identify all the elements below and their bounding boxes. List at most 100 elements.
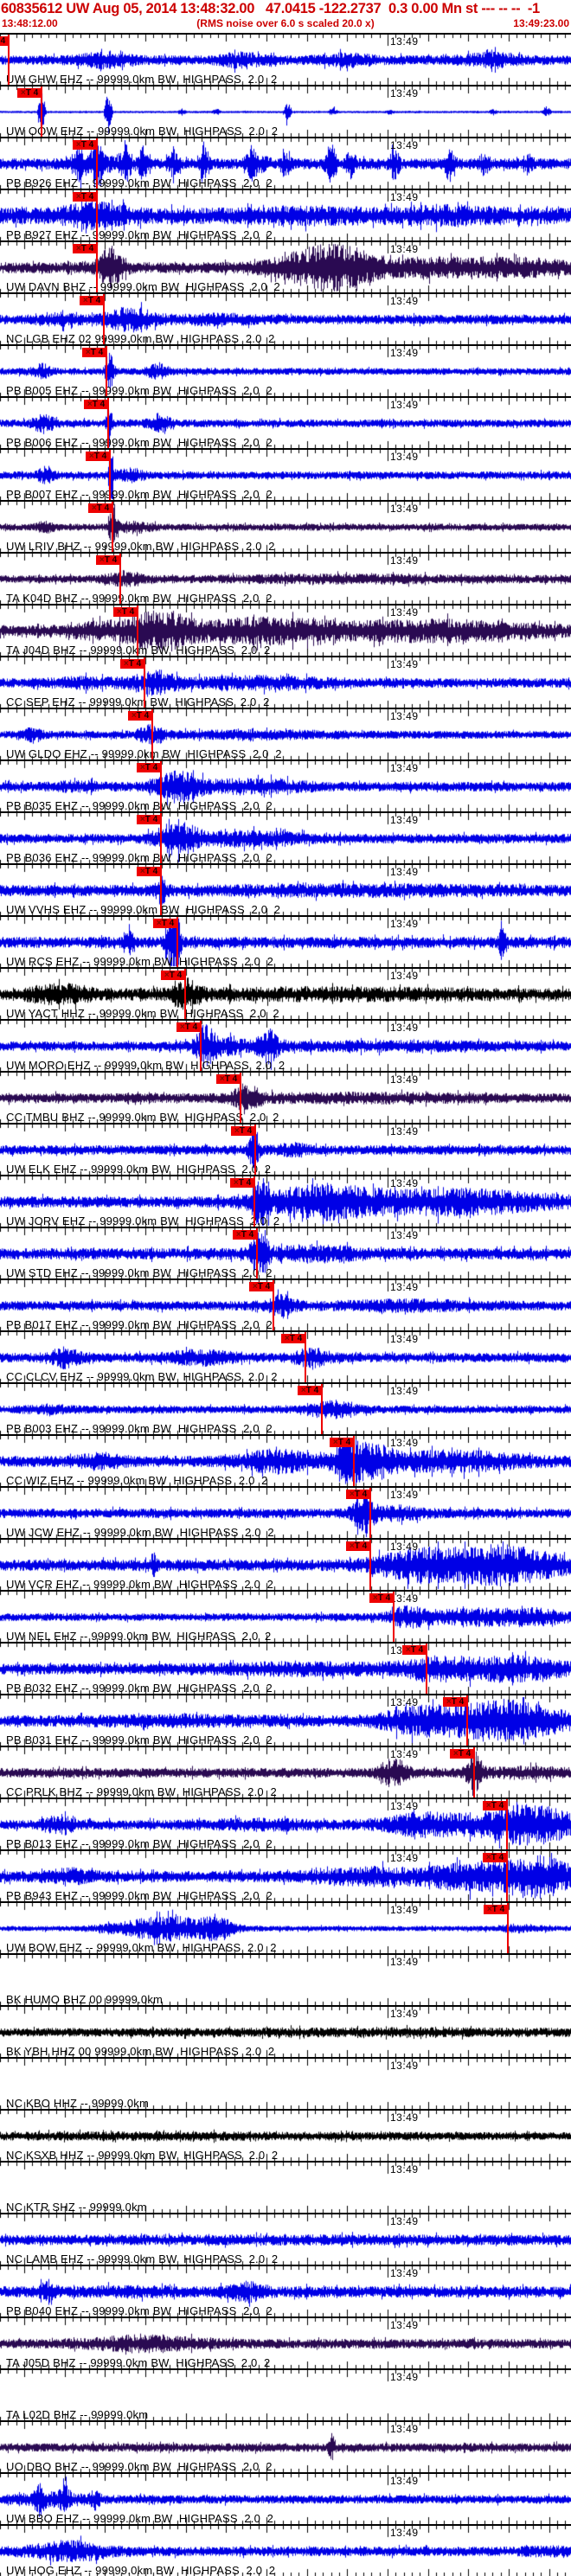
trace-row[interactable]: 13:49 ×T 4 CC PRLK BHZ -- 99999.0km BW HIG…	[0, 1746, 571, 1797]
trace-row[interactable]: 13:49 ×T 4 CC SEP EHZ -- 99999.0km BW HIGH…	[0, 656, 571, 708]
trace-row[interactable]: 13:49 NC KSXB HHZ -- 99999.0km BW HIGHPAS…	[0, 2109, 571, 2161]
pick-flag[interactable]: ×T 4	[483, 1801, 507, 1810]
waveform-viewer: 60835612 UW Aug 05, 2014 13:48:32.00 47.…	[0, 0, 571, 2576]
trace-row[interactable]: 13:49 ×T 4 UW GLDO EHZ -- 99999.0km BW HIG…	[0, 708, 571, 759]
pick-flag[interactable]: ×T 4	[113, 607, 138, 617]
pick-flag[interactable]: ×T 4	[443, 1697, 467, 1707]
pick-flag[interactable]: ×T 4	[137, 867, 161, 876]
pick-flag[interactable]: ×T 4	[80, 296, 104, 305]
pick-flag[interactable]: ×T 4	[137, 763, 161, 772]
trace-row[interactable]: 13:49 ×T 4 TA J04D BHZ -- 99999.0km BW HIG…	[0, 604, 571, 656]
trace-row[interactable]: 13:49 ×T 4 UW JORV EHZ -- 99999.0km BW HIG…	[0, 1175, 571, 1227]
trace-row[interactable]: 13:49 ×T 4 UW YACT HHZ -- 99999.0km BW HIG…	[0, 967, 571, 1019]
pick-flag[interactable]: ×T 4	[483, 1853, 507, 1862]
pick-flag[interactable]: ×T 4	[88, 503, 112, 513]
pick-flag[interactable]: ×T 4	[0, 36, 9, 46]
trace-label: CC SEP EHZ -- 99999.0km BW HIGHPASS 2.0 …	[6, 695, 270, 708]
trace-row[interactable]: 13:49 ×T 4 PB B006 EHZ -- 99999.0km BW HIG…	[0, 396, 571, 448]
pick-flag[interactable]: ×T 4	[73, 192, 97, 202]
trace-row[interactable]: 13:49 ×T 4 PB B927 EHZ -- 99999.0km BW HIG…	[0, 189, 571, 240]
trace-row[interactable]: 13:49 UW HOG EHZ -- 99999.0km BW HIGHPASS…	[0, 2524, 571, 2576]
trace-row[interactable]: 13:49 ×T 4 UW BOW EHZ -- 99999.0km BW HIGH…	[0, 1901, 571, 1953]
trace-row[interactable]: 13:49 ×T 4 PB B036 EHZ -- 99999.0km BW HIG…	[0, 811, 571, 863]
pick-flag[interactable]: ×T 4	[369, 1593, 394, 1603]
trace-row[interactable]: 13:49×T 4PB B032 EHZ -- 99999.0km BW HIG…	[0, 1642, 571, 1694]
trace-row[interactable]: 13:49 ×T 4 PB B926 EHZ -- 99999.0km BW HIG…	[0, 137, 571, 189]
pick-flag[interactable]: ×T 4	[346, 1490, 370, 1499]
trace-row[interactable]: 13:49 ×T 4 PB B013 EHZ -- 99999.0km BW HIG…	[0, 1797, 571, 1849]
minute-label: 13:49	[390, 139, 419, 151]
trace-row[interactable]: 13:49 ×T 4 UW RCS EHZ -- 99999.0km BW HIGH…	[0, 915, 571, 967]
pick-flag[interactable]: ×T 4	[73, 140, 97, 150]
trace-row[interactable]: 13:49 ×T 4 UW GHW EHZ -- 99999.0km BW HIGH…	[0, 33, 571, 85]
pick-flag[interactable]: ×T 4	[128, 711, 152, 721]
pick-flag[interactable]: ×T 4	[484, 1905, 508, 1914]
trace-row[interactable]: 13:49 ×T 4 UW MORO EHZ -- 99999.0km BW HIG…	[0, 1019, 571, 1071]
pick-flag[interactable]: ×T 4	[233, 1230, 257, 1240]
minute-label: 13:49	[390, 1073, 419, 1086]
trace-row[interactable]: 13:49 ×T 4 TA K04D BHZ -- 99999.0km BW HIG…	[0, 552, 571, 604]
trace-row[interactable]: 13:49 ×T 4 PB B003 EHZ -- 99999.0km BW HIG…	[0, 1382, 571, 1434]
pick-flag[interactable]: ×T 4	[330, 1438, 354, 1447]
pick-flag[interactable]: ×T 4	[153, 919, 177, 928]
trace-row[interactable]: 13:49 ×T 4 UW LRIV BHZ -- 99999.0km BW HIG…	[0, 500, 571, 552]
trace-row[interactable]: 13:49 ×T 4 PB B035 EHZ -- 99999.0km BW HIG…	[0, 759, 571, 811]
pick-flag-text: T 4	[80, 192, 94, 202]
pick-flag[interactable]: ×T 4	[86, 452, 110, 461]
pick-flag[interactable]: ×T 4	[176, 1022, 201, 1032]
trace-label: UW VCR EHZ -- 99999.0km BW HIGHPASS 2.0 …	[6, 1578, 274, 1590]
pick-flag[interactable]: ×T 4	[84, 400, 108, 409]
trace-row[interactable]: 13:49 ×T 4 CC TMBU BHZ -- 99999.0km BW HIG…	[0, 1071, 571, 1123]
trace-row[interactable]: 13:49 BK YBH HHZ 00 99999.0km BW HIGHPASS…	[0, 2005, 571, 2057]
trace-row[interactable]: 13:49 ×T 4 UW VCR EHZ -- 99999.0km BW HIGH…	[0, 1538, 571, 1590]
trace-row[interactable]: 13:49 ×T 4 PB B031 EHZ -- 99999.0km BW HIG…	[0, 1694, 571, 1746]
pick-flag[interactable]: ×T 4	[346, 1541, 370, 1551]
trace-row[interactable]: 13:49 TA J05D BHZ -- 99999.0km BW HIGHPAS…	[0, 2316, 571, 2368]
pick-flag[interactable]: ×T 4	[231, 1126, 255, 1136]
trace-row[interactable]: 13:49 BK HUMO BHZ 00 99999.0km	[0, 1953, 571, 2005]
pick-flag[interactable]: ×T 4	[249, 1282, 273, 1291]
pick-flag[interactable]: ×T 4	[216, 1074, 241, 1084]
trace-row[interactable]: 13:49 ×T 4 UW DAVN BHZ -- 99999.0km BW HIG…	[0, 240, 571, 292]
pick-flag[interactable]: ×T 4	[137, 815, 161, 824]
trace-row[interactable]: 13:49 ×T 4 UW NEL EHZ -- 99999.0km BW HIGH…	[0, 1590, 571, 1642]
pick-flag[interactable]: ×T 4	[161, 971, 185, 980]
pick-flag[interactable]: ×T 4	[73, 244, 97, 253]
minute-label: 13:49	[390, 1022, 419, 1034]
trace-row[interactable]: 13:49 NC KTR SHZ -- 99999.0km	[0, 2161, 571, 2213]
pick-flag[interactable]: ×T 4	[402, 1645, 427, 1655]
trace-row[interactable]: 13:49 ×T 4 UW ELK EHZ -- 99999.0km BW HIGH…	[0, 1123, 571, 1175]
pick-flag[interactable]: ×T 4	[298, 1386, 322, 1395]
pick-flag-text: T 4	[289, 1334, 303, 1343]
trace-row[interactable]: 13:49 ×T 4 PB B005 EHZ -- 99999.0km BW HIG…	[0, 344, 571, 396]
pick-flag[interactable]: ×T 4	[17, 88, 42, 98]
trace-label: NC KSXB HHZ -- 99999.0km BW HIGHPASS 2.0…	[6, 2149, 279, 2161]
trace-row[interactable]: 13:49 ×T 4 UW OOW EHZ -- 99999.0km BW HIGH…	[0, 85, 571, 137]
trace-row[interactable]: 13:49 ×T 4 NC LGB EHZ 02 99999.0km BW HIGH…	[0, 292, 571, 344]
pick-flag[interactable]: ×T 4	[82, 348, 106, 357]
pick-flag[interactable]: ×T 4	[450, 1749, 474, 1759]
trace-row[interactable]: 13:49 ×T 4 CC CLCV EHZ -- 99999.0km BW HIG…	[0, 1330, 571, 1382]
pick-flag[interactable]: ×T 4	[281, 1334, 305, 1343]
pick-flag[interactable]: ×T 4	[230, 1178, 254, 1188]
trace-row[interactable]: 13:49 ×T 4 CC WIZ EHZ -- 99999.0km BW HIGH…	[0, 1434, 571, 1486]
trace-row[interactable]: 13:49 ×T 4 PB B007 EHZ -- 99999.0km BW HIG…	[0, 448, 571, 500]
trace-row[interactable]: 13:49 ×T 4 UW JCW EHZ -- 99999.0km BW HIGH…	[0, 1486, 571, 1538]
trace-row[interactable]: 13:49 UO DBO BHZ -- 99999.0km BW HIGHPASS…	[0, 2420, 571, 2472]
trace-row[interactable]: 13:49 PB B040 EHZ -- 99999.0km BW HIGHPAS…	[0, 2265, 571, 2316]
trace-row[interactable]: 13:49 ×T 4 PB B943 EHZ -- 99999.0km BW HIG…	[0, 1849, 571, 1901]
minute-label: 13:49	[390, 710, 419, 722]
pick-flag[interactable]: ×T 4	[120, 659, 144, 669]
pick-flag-text: T 4	[136, 711, 150, 721]
pick-flag-text: T 4	[305, 1386, 319, 1395]
trace-row[interactable]: 13:49 ×T 4 UW STD EHZ -- 99999.0km BW HIGH…	[0, 1227, 571, 1278]
minute-label: 13:49	[390, 451, 419, 463]
event-summary-line: 60835612 UW Aug 05, 2014 13:48:32.00 47.…	[1, 1, 540, 16]
trace-row[interactable]: 13:49 ×T 4 UW VVHS EHZ -- 99999.0km BW HIG…	[0, 863, 571, 915]
trace-row[interactable]: 13:49 NC LAMB EHZ -- 99999.0km BW HIGHPAS…	[0, 2213, 571, 2265]
trace-row[interactable]: 13:49 ×T 4 PB B017 EHZ -- 99999.0km BW HIG…	[0, 1278, 571, 1330]
pick-flag[interactable]: ×T 4	[96, 555, 120, 565]
trace-row[interactable]: 13:49 TA L02D BHZ -- 99999.0km	[0, 2368, 571, 2420]
trace-row[interactable]: 13:49 NC KBO HHZ -- 99999.0km	[0, 2057, 571, 2109]
trace-row[interactable]: 13:49 UW BBO EHZ -- 99999.0km BW HIGHPASS…	[0, 2472, 571, 2524]
